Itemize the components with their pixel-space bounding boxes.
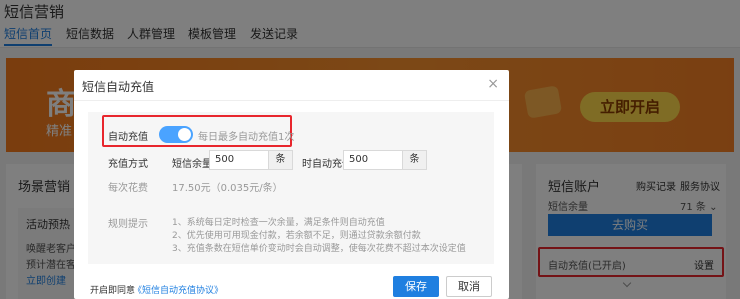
cancel-button[interactable]: 取消 <box>446 276 492 297</box>
rules-label: 规则提示 <box>108 219 148 230</box>
close-icon[interactable]: × <box>487 76 499 92</box>
recharge-method-label: 充值方式 <box>108 159 148 170</box>
threshold-input[interactable]: 500 <box>209 150 269 170</box>
amount-input[interactable]: 500 <box>343 150 403 170</box>
auto-recharge-hint: 每日最多自动充值1次 <box>198 132 295 143</box>
save-button[interactable]: 保存 <box>393 276 439 297</box>
rule-line-3: 3、充值条数在短信单价变动时会自动调整，使每次花费不超过本次设定值 <box>172 244 466 254</box>
dialog-title: 短信自动充值 <box>82 80 155 94</box>
cost-label: 每次花费 <box>108 183 148 194</box>
dialog-header: 短信自动充值 × <box>74 70 509 101</box>
auto-recharge-toggle[interactable] <box>159 126 193 143</box>
amount-unit: 条 <box>403 150 427 170</box>
dialog-body: 自动充值 每日最多自动充值1次 充值方式 短信余量< 500 条 时自动充值 5… <box>88 112 494 264</box>
agreement-link[interactable]: 《短信自动充值协议》 <box>133 283 223 296</box>
cost-value: 17.50元（0.035元/条） <box>172 183 283 194</box>
rule-line-1: 1、系统每日定时检查一次余量，满足条件则自动充值 <box>172 218 385 228</box>
agreement-prefix: 开启即同意 <box>90 286 136 296</box>
auto-recharge-dialog: 短信自动充值 × 自动充值 每日最多自动充值1次 充值方式 短信余量< 500 … <box>74 70 509 299</box>
auto-recharge-label: 自动充值 <box>108 132 148 143</box>
toggle-knob <box>178 128 191 141</box>
rule-line-2: 2、优先使用可用现金付款，若余额不足，则通过贷款余额付款 <box>172 231 421 241</box>
threshold-unit: 条 <box>269 150 293 170</box>
